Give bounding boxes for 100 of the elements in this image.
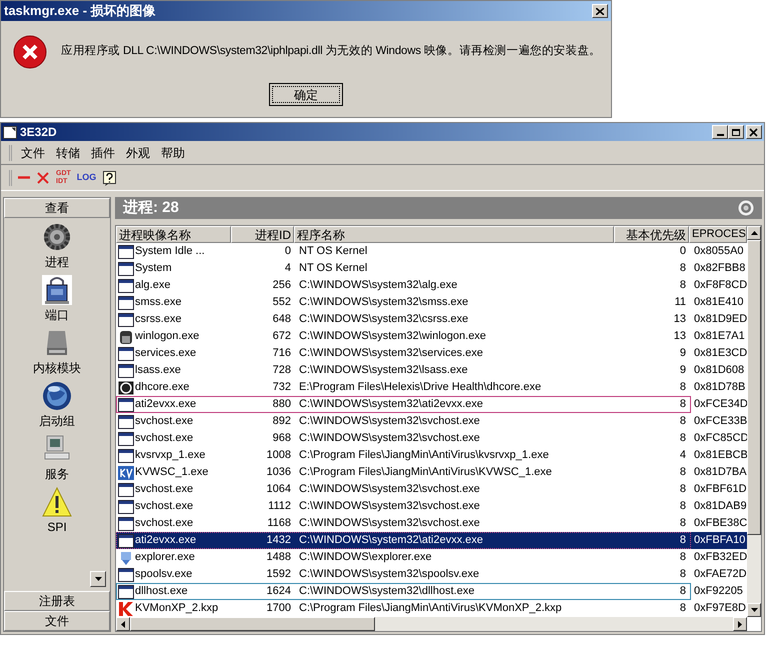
column-header[interactable]: 进程映像名称	[116, 226, 231, 243]
table-cell-text: 8	[680, 431, 686, 446]
table-cell-text: 4	[284, 261, 291, 276]
table-row[interactable]: lsass.exe 728 C:\WINDOWS\system32\lsass.exe 9 0x81D608	[116, 362, 747, 379]
table-cell-text: 13	[674, 329, 686, 344]
table-cell: dhcore.exe	[135, 380, 190, 395]
table-row[interactable]: services.exe 716 C:\WINDOWS\system32\services.exe 9 0x81E3CD	[116, 345, 747, 362]
table-cell-text: 648	[272, 312, 291, 328]
table-cell-text: C:\WINDOWS\system32\ati2evxx.exe	[299, 533, 483, 548]
table-cell-text: C:\WINDOWS\system32\services.exe	[299, 346, 483, 362]
menu-item[interactable]: 帮助	[156, 144, 190, 162]
table-cell: svchost.exe	[135, 414, 194, 429]
table-cell-text: C:\Program Files\JiangMin\AntiVirus\kvsrvxp_1.exe	[299, 448, 549, 464]
table-cell-text: 8	[680, 567, 686, 582]
table-cell-text: 11	[674, 295, 686, 310]
table-cell-text: 1008	[266, 448, 291, 464]
table-cell-text: E:\Program Files\Helexis\Drive Health\dhcore.exe	[299, 380, 542, 396]
table-row[interactable]: spoolsv.exe 1592 C:\WINDOWS\system32\spoolsv.exe 8 0xFAE72D	[116, 566, 747, 583]
table-cell-text: 0xF92205	[694, 584, 743, 600]
sidebar-item[interactable]: 进程	[42, 222, 72, 269]
table-cell-text: 0x81DAB9	[694, 499, 747, 514]
table-cell-text: 0xF97E8D	[694, 601, 746, 616]
table-cell-text: 0xFBF61D	[694, 482, 747, 498]
table-row[interactable]: svchost.exe 1168 C:\WINDOWS\system32\svchost.exe 8 0xFBE38C	[116, 515, 747, 532]
column-header[interactable]: 进程ID	[231, 226, 294, 243]
table-cell: spoolsv.exe	[135, 567, 192, 582]
table-row[interactable]: KVWSC_1.exe 1036 C:\Program Files\JiangMin\AntiVirus\KVWSC_1.exe 8 0x81D7BA	[116, 464, 747, 481]
table-row[interactable]: svchost.exe 892 C:\WINDOWS\system32\svchost.exe 8 0xFCE33B	[116, 413, 747, 430]
column-header[interactable]: EPROCES	[689, 226, 747, 243]
column-header[interactable]: 程序名称	[294, 226, 614, 243]
table-row[interactable]: KVMonXP_2.kxp 1700 C:\Program Files\JiangMin\AntiVirus\KVMonXP_2.kxp 8 0xF97E8D	[116, 600, 747, 617]
table-cell: svchost.exe	[135, 482, 194, 497]
table-cell-text: 0	[680, 244, 686, 260]
log-button[interactable]: LOG	[76, 170, 96, 184]
table-row[interactable]: csrss.exe 648 C:\WINDOWS\system32\csrss.exe 13 0x81D9ED	[116, 311, 747, 328]
table-cell-text: C:\WINDOWS\system32\lsass.exe	[299, 363, 468, 378]
table-cell-text: C:\WINDOWS\system32\svchost.exe	[299, 482, 480, 498]
table-row[interactable]: alg.exe 256 C:\WINDOWS\system32\alg.exe 8 0xF8F8CD	[116, 277, 747, 294]
table-cell-text: 1064	[266, 482, 291, 498]
table-row[interactable]: svchost.exe 1112 C:\WINDOWS\system32\svchost.exe 8 0x81DAB9	[116, 498, 747, 515]
table-row[interactable]: System 4 NT OS Kernel 8 0x82FBB8	[116, 260, 747, 277]
table-cell-text: C:\WINDOWS\system32\svchost.exe	[299, 499, 480, 514]
table-row[interactable]: svchost.exe 1064 C:\WINDOWS\system32\svchost.exe 8 0xFBF61D	[116, 481, 747, 498]
table-cell-text: C:\WINDOWS\system32\alg.exe	[299, 278, 458, 294]
table-cell: kvsrvxp_1.exe	[135, 448, 206, 463]
table-cell-text: 8	[680, 261, 686, 276]
sidebar-section-button[interactable]: 注册表	[4, 591, 110, 611]
table-cell: explorer.exe	[135, 550, 195, 565]
sidebar-item[interactable]: SPI	[42, 487, 72, 534]
table-cell-text: 0xFBFA10	[694, 533, 746, 548]
table-cell-text: C:\WINDOWS\system32\smss.exe	[299, 295, 468, 310]
table-cell-text: 0x81D78B	[694, 380, 746, 396]
table-cell-text: 8	[680, 533, 686, 548]
menu-item[interactable]: 插件	[86, 144, 120, 162]
table-cell: lsass.exe	[135, 363, 181, 378]
table-row[interactable]: dhcore.exe 732 E:\Program Files\Helexis\Drive Health\dhcore.exe 8 0x81D78B	[116, 379, 747, 396]
sidebar-item[interactable]: 启动组	[39, 381, 75, 428]
table-row[interactable]: ati2evxx.exe 880 C:\WINDOWS\system32\ati2evxx.exe 8 0xFCE34D	[116, 396, 747, 413]
table-cell-text: 0x81D7BA	[694, 465, 747, 480]
table-cell-text: C:\WINDOWS\system32\csrss.exe	[299, 312, 468, 328]
table-cell-text: 0xFBE38C	[694, 516, 748, 532]
table-cell-text: 0xFB32ED	[694, 550, 748, 566]
table-cell-text: C:\WINDOWS\system32\svchost.exe	[299, 516, 480, 532]
error-message: 应用程序或 DLL C:\WINDOWS\system32\iphlpapi.dll 为无效的 Windows 映像。请再检测一遍您的安装盘。	[61, 43, 601, 60]
table-cell-text: C:\Program Files\JiangMin\AntiVirus\KVMonXP_2.kxp	[299, 601, 562, 616]
table-cell-text: 4	[680, 448, 686, 464]
column-header[interactable]: 基本优先级	[614, 226, 689, 243]
table-cell-text: 0xF8F8CD	[694, 278, 748, 294]
table-cell-text: 8	[680, 601, 686, 616]
table-cell-text: 1592	[266, 567, 291, 582]
sidebar-item[interactable]: 内核模块	[33, 328, 81, 375]
menu-item[interactable]: 文件	[16, 144, 50, 162]
menu-item[interactable]: 外观	[121, 144, 155, 162]
sidebar-item[interactable]: 服务	[42, 434, 72, 481]
table-cell-text: C:\WINDOWS\system32\svchost.exe	[299, 431, 480, 446]
table-cell-text: 672	[272, 329, 291, 344]
table-cell-text: 8	[680, 380, 686, 396]
table-cell-text: C:\WINDOWS\system32\spoolsv.exe	[299, 567, 480, 582]
table-row[interactable]: ati2evxx.exe 1432 C:\WINDOWS\system32\ati2evxx.exe 8 0xFBFA10	[116, 532, 747, 549]
table-cell: svchost.exe	[135, 516, 194, 531]
table-row[interactable]: svchost.exe 968 C:\WINDOWS\system32\svchost.exe 8 0xFC85CD	[116, 430, 747, 447]
panel-title: 进程: 28	[123, 198, 179, 218]
menu-item[interactable]: 转储	[51, 144, 85, 162]
table-cell: smss.exe	[135, 295, 182, 310]
table-cell-text: 880	[272, 397, 291, 412]
sidebar-item[interactable]: 端口	[42, 275, 72, 322]
table-cell-text: 0x81E7A1	[694, 329, 745, 344]
table-cell-text: C:\WINDOWS\system32\svchost.exe	[299, 414, 480, 430]
table-cell: dllhost.exe	[135, 584, 188, 599]
sidebar-section-button[interactable]: 文件	[4, 611, 110, 631]
table-cell-text: C:\Program Files\JiangMin\AntiVirus\KVWSC_1.exe	[299, 465, 552, 480]
table-cell-text: 1432	[266, 533, 291, 548]
table-cell-text: 8	[680, 584, 686, 600]
sidebar-header-button[interactable]: 查看	[4, 198, 110, 218]
table-row[interactable]: kvsrvxp_1.exe 1008 C:\Program Files\JiangMin\AntiVirus\kvsrvxp_1.exe 4 0x81EBCB	[116, 447, 747, 464]
table-cell-text: 9	[680, 346, 686, 362]
table-cell-text: C:\WINDOWS\explorer.exe	[299, 550, 432, 566]
ok-button[interactable]: 确定	[269, 83, 343, 106]
table-cell-text: 0x81E3CD	[694, 346, 748, 362]
table-cell: ati2evxx.exe	[135, 533, 196, 548]
